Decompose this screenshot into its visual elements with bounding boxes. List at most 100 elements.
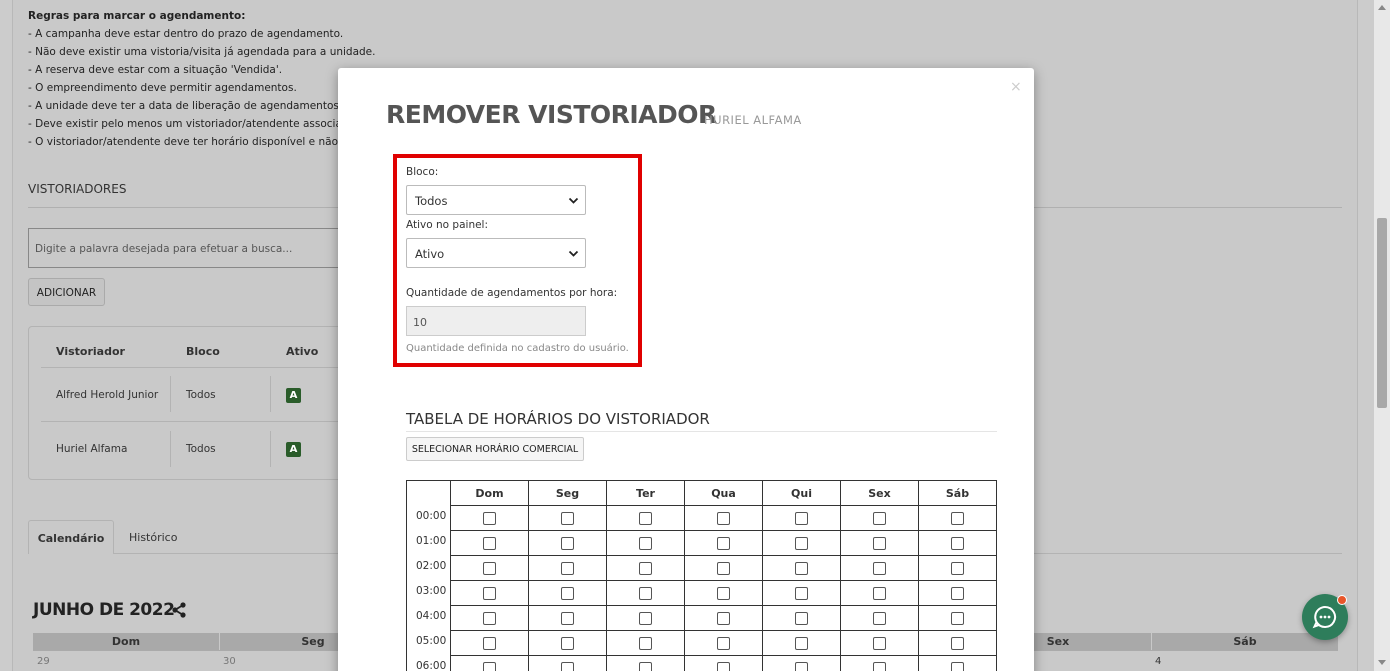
cell-separator (170, 376, 171, 412)
ativo-select[interactable]: Ativo (406, 238, 586, 268)
schedule-checkbox[interactable] (951, 536, 964, 550)
schedule-cell (684, 630, 763, 656)
schedule-checkbox[interactable] (795, 536, 808, 550)
schedule-row: 05:00 (406, 630, 997, 656)
schedule-row: 00:00 (406, 505, 997, 531)
schedule-checkbox[interactable] (639, 586, 652, 600)
schedule-cell (528, 605, 607, 631)
qty-label: Quantidade de agendamentos por hora: (406, 287, 618, 299)
hour-label: 02:00 (406, 555, 451, 581)
schedule-checkbox[interactable] (717, 586, 730, 600)
schedule-cell (528, 530, 607, 556)
cell-separator (270, 431, 271, 467)
schedule-checkbox[interactable] (795, 661, 808, 671)
cell-separator (170, 431, 171, 467)
schedule-checkbox[interactable] (717, 661, 730, 671)
schedule-checkbox[interactable] (639, 561, 652, 575)
schedule-checkbox[interactable] (561, 611, 574, 625)
schedule-checkbox[interactable] (717, 636, 730, 650)
schedule-checkbox[interactable] (951, 561, 964, 575)
schedule-cell (450, 555, 529, 581)
schedule-checkbox[interactable] (795, 636, 808, 650)
schedule-checkbox[interactable] (561, 661, 574, 671)
schedule-checkbox[interactable] (873, 636, 886, 650)
schedule-checkbox[interactable] (483, 511, 496, 525)
schedule-cell (762, 605, 841, 631)
calendar-day-number[interactable]: 29 (37, 656, 50, 667)
active-badge[interactable]: A (286, 442, 301, 457)
scroll-up-icon[interactable] (1378, 5, 1386, 10)
schedule-checkbox[interactable] (873, 536, 886, 550)
schedule-checkbox[interactable] (951, 611, 964, 625)
schedule-checkbox[interactable] (717, 536, 730, 550)
tab-historico[interactable]: Histórico (129, 531, 177, 544)
schedule-cell (606, 630, 685, 656)
cell-separator (270, 376, 271, 412)
active-badge[interactable]: A (286, 388, 301, 403)
rule-item: - A campanha deve estar dentro do prazo … (28, 28, 344, 40)
schedule-checkbox[interactable] (483, 636, 496, 650)
schedule-checkbox[interactable] (795, 561, 808, 575)
column-header-vistoriador: Vistoriador (56, 345, 125, 358)
schedule-cell (606, 655, 685, 671)
schedule-cell (450, 605, 529, 631)
schedule-checkbox[interactable] (951, 586, 964, 600)
schedule-checkbox[interactable] (639, 536, 652, 550)
schedule-checkbox[interactable] (561, 511, 574, 525)
schedule-row: 02:00 (406, 555, 997, 581)
schedule-cell (606, 605, 685, 631)
hour-label: 01:00 (406, 530, 451, 556)
schedule-checkbox[interactable] (951, 661, 964, 671)
share-icon[interactable] (171, 602, 187, 621)
schedule-checkbox[interactable] (873, 511, 886, 525)
schedule-checkbox[interactable] (873, 586, 886, 600)
calendar-day-number[interactable]: 4 (1155, 656, 1161, 667)
schedule-cell (840, 530, 919, 556)
schedule-checkbox[interactable] (873, 611, 886, 625)
schedule-checkbox[interactable] (639, 636, 652, 650)
schedule-checkbox[interactable] (795, 611, 808, 625)
schedule-checkbox[interactable] (795, 586, 808, 600)
schedule-checkbox[interactable] (483, 661, 496, 671)
scheduling-rules: Regras para marcar o agendamento: - A ca… (28, 7, 375, 151)
tab-calendario[interactable]: Calendário (28, 520, 114, 554)
schedule-checkbox[interactable] (639, 511, 652, 525)
schedule-checkbox[interactable] (951, 636, 964, 650)
schedule-checkbox[interactable] (717, 511, 730, 525)
search-input[interactable]: Digite a palavra desejada para efetuar a… (28, 228, 358, 268)
schedule-checkbox[interactable] (483, 561, 496, 575)
scrollbar-thumb[interactable] (1377, 218, 1387, 408)
schedule-checkbox[interactable] (561, 561, 574, 575)
schedule-cell (528, 630, 607, 656)
schedule-checkbox[interactable] (561, 586, 574, 600)
calendar-day-number[interactable]: 30 (223, 656, 236, 667)
close-icon[interactable]: × (1010, 79, 1022, 95)
scroll-down-icon[interactable] (1378, 660, 1386, 665)
schedule-checkbox[interactable] (639, 661, 652, 671)
bloco-select[interactable]: Todos (406, 185, 586, 215)
page-scrollbar[interactable] (1374, 0, 1390, 671)
add-button[interactable]: ADICIONAR (28, 278, 105, 306)
day-header: Sáb (918, 480, 997, 506)
schedule-checkbox[interactable] (717, 611, 730, 625)
select-commercial-hours-button[interactable]: SELECIONAR HORÁRIO COMERCIAL (406, 437, 584, 461)
schedule-checkbox[interactable] (717, 561, 730, 575)
row-name: Alfred Herold Junior (56, 389, 159, 401)
chevron-down-icon (568, 248, 579, 262)
schedule-checkbox[interactable] (561, 636, 574, 650)
schedule-cell (684, 580, 763, 606)
schedule-checkbox[interactable] (873, 561, 886, 575)
schedule-checkbox[interactable] (639, 611, 652, 625)
schedule-checkbox[interactable] (483, 586, 496, 600)
schedule-checkbox[interactable] (483, 536, 496, 550)
schedule-checkbox[interactable] (951, 511, 964, 525)
schedule-checkbox[interactable] (561, 536, 574, 550)
bloco-select-value: Todos (415, 194, 448, 208)
schedule-checkbox[interactable] (873, 661, 886, 671)
schedule-checkbox[interactable] (795, 511, 808, 525)
hour-label: 00:00 (406, 505, 451, 531)
schedule-row: 04:00 (406, 605, 997, 631)
ativo-select-value: Ativo (415, 247, 445, 261)
rules-title: Regras para marcar o agendamento: (28, 10, 246, 22)
schedule-checkbox[interactable] (483, 611, 496, 625)
